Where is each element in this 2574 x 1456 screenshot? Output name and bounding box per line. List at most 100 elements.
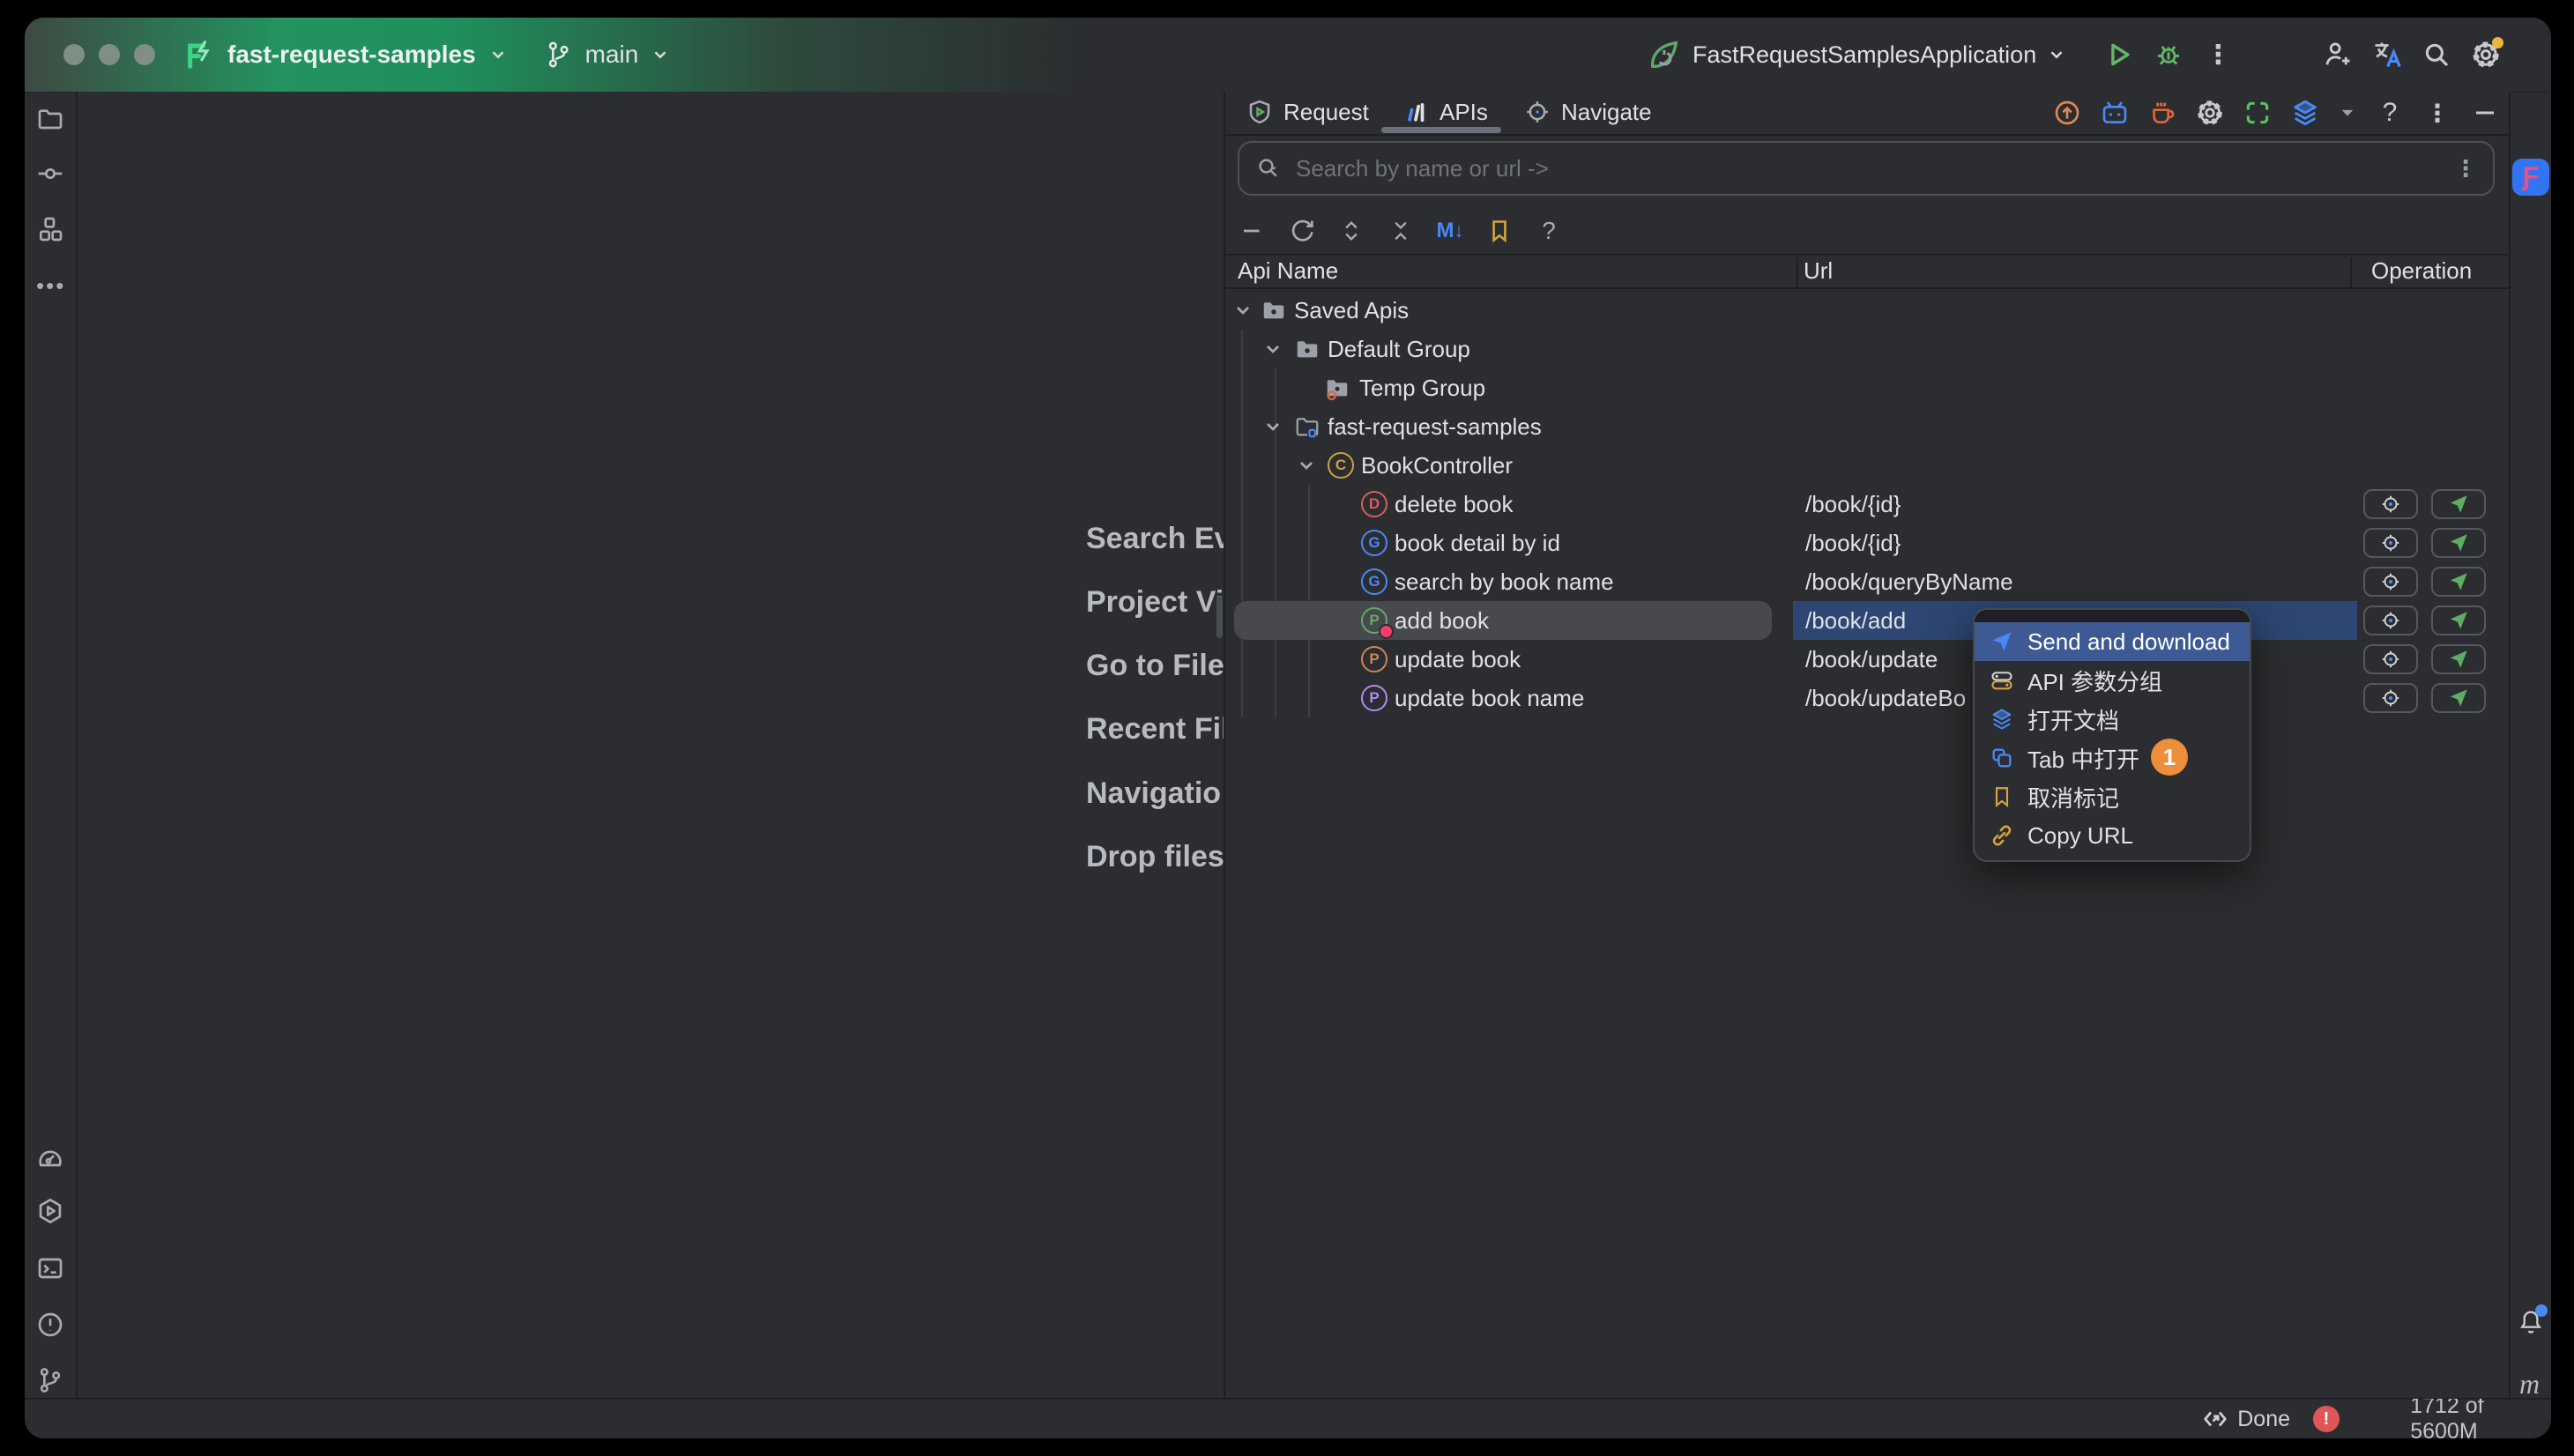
splitter-handle[interactable] (1216, 596, 1223, 638)
api-name[interactable]: update book name (1395, 684, 1584, 712)
branch-name[interactable]: main (585, 41, 639, 69)
gear-icon[interactable] (2195, 98, 2225, 128)
error-badge[interactable]: ! (2313, 1406, 2340, 1432)
column-header-url[interactable]: Url (1804, 257, 1833, 285)
search-options-icon[interactable]: ⋮ (2454, 155, 2477, 182)
tree-row-default-group[interactable]: Default Group (1225, 330, 2509, 368)
analysis-status[interactable]: Done (2202, 1406, 2290, 1432)
settings-gear-icon[interactable] (2466, 35, 2505, 74)
debug-button[interactable] (2149, 35, 2188, 74)
api-url[interactable]: /book/update (1805, 645, 1938, 673)
bookmark-icon[interactable] (1484, 216, 1514, 246)
chevron-down-icon[interactable] (1262, 338, 1283, 360)
tree-item-label[interactable]: Default Group (1328, 335, 1470, 363)
tree-item-label[interactable]: Temp Group (1359, 374, 1485, 402)
add-user-icon[interactable] (2318, 35, 2357, 74)
terminal-icon[interactable] (36, 1254, 64, 1282)
search-icon[interactable] (2417, 35, 2456, 74)
menu-item-open-doc[interactable]: 打开文档 (1975, 700, 2250, 739)
dropdown-caret-icon[interactable] (2338, 98, 2357, 128)
memory-indicator[interactable]: 1712 of 5600M (2362, 1399, 2539, 1438)
search-icon[interactable] (1255, 155, 1282, 182)
send-api-button[interactable] (2431, 605, 2486, 635)
run-button[interactable] (2100, 35, 2139, 74)
refresh-icon[interactable] (1287, 216, 1317, 246)
send-api-button[interactable] (2431, 644, 2486, 674)
send-api-button[interactable] (2431, 567, 2486, 597)
notifications-bell-icon[interactable] (2517, 1304, 2548, 1336)
help-icon[interactable]: ? (2375, 98, 2405, 128)
tab-request[interactable]: Request (1246, 92, 1369, 132)
kebab-menu-icon[interactable]: ⋮ (2422, 98, 2452, 128)
tv-icon[interactable] (2100, 98, 2130, 128)
scan-icon[interactable] (2243, 98, 2273, 128)
translate-icon[interactable] (2368, 35, 2407, 74)
api-url[interactable]: /book/{id} (1805, 529, 1901, 557)
m-widget[interactable]: m (2519, 1368, 2540, 1400)
chevron-down-icon[interactable] (651, 45, 670, 64)
menu-item-send-and-download[interactable]: Send and download (1975, 622, 2250, 661)
tree-item-label[interactable]: Saved Apis (1294, 296, 1409, 324)
services-icon[interactable] (36, 1197, 64, 1225)
minimize-window-button[interactable] (99, 44, 120, 65)
menu-item-open-in-tab[interactable]: Tab 中打开 1 (1975, 739, 2250, 777)
tree-row-api-search-by-name[interactable]: G search by book name /book/queryByName (1225, 562, 2509, 601)
chevron-down-icon[interactable] (1296, 455, 1317, 476)
chevron-down-icon[interactable] (488, 45, 508, 64)
tree-row-api-book-detail[interactable]: G book detail by id /book/{id} (1225, 524, 2509, 562)
tree-row-module[interactable]: fast-request-samples (1225, 407, 2509, 446)
collapse-all-icon[interactable] (1386, 216, 1416, 246)
tree-row-api-update-book[interactable]: P update book /book/update (1225, 640, 2509, 679)
api-name[interactable]: book detail by id (1395, 529, 1560, 557)
api-name[interactable]: add book (1395, 606, 1489, 635)
project-name[interactable]: fast-request-samples (227, 41, 476, 69)
locate-api-button[interactable] (2363, 489, 2418, 519)
run-configuration[interactable]: FastRequestSamplesApplication (1692, 41, 2036, 69)
search-input[interactable] (1294, 153, 2442, 183)
tree-row-api-delete-book[interactable]: D delete book /book/{id} (1225, 485, 2509, 524)
send-api-button[interactable] (2431, 683, 2486, 713)
menu-item-copy-url[interactable]: Copy URL (1975, 816, 2250, 855)
locate-api-button[interactable] (2363, 567, 2418, 597)
api-url[interactable]: /book/add (1805, 606, 1906, 635)
structure-icon[interactable] (36, 215, 64, 243)
locate-api-button[interactable] (2363, 605, 2418, 635)
column-header-operation[interactable]: Operation (2371, 257, 2472, 285)
commit-icon[interactable] (36, 160, 64, 188)
api-url[interactable]: /book/{id} (1805, 490, 1901, 518)
chevron-down-icon[interactable] (2047, 45, 2066, 64)
expand-all-icon[interactable] (1336, 216, 1366, 246)
api-name[interactable]: search by book name (1395, 568, 1614, 596)
column-divider[interactable] (2350, 257, 2352, 289)
problems-icon[interactable] (36, 1311, 64, 1339)
send-api-button[interactable] (2431, 528, 2486, 558)
locate-api-button[interactable] (2363, 644, 2418, 674)
tree-row-temp-group[interactable]: Temp Group (1225, 368, 2509, 407)
column-divider[interactable] (1797, 257, 1798, 289)
tree-row-saved-apis[interactable]: Saved Apis (1225, 291, 2509, 330)
minus-icon[interactable] (1238, 216, 1268, 246)
more-tool-windows-icon[interactable]: ••• (36, 272, 64, 301)
tree-item-label[interactable]: BookController (1361, 451, 1513, 479)
close-window-button[interactable] (63, 44, 85, 65)
chevron-down-icon[interactable] (1262, 416, 1283, 437)
more-actions-icon[interactable]: ⋮ (2198, 35, 2237, 74)
tab-navigate[interactable]: Navigate (1524, 92, 1652, 132)
tree-row-api-add-book[interactable]: P add book /book/add (1225, 601, 2509, 640)
zoom-window-button[interactable] (134, 44, 155, 65)
locate-api-button[interactable] (2363, 528, 2418, 558)
api-name[interactable]: update book (1395, 645, 1521, 673)
send-api-button[interactable] (2431, 489, 2486, 519)
help-icon[interactable]: ? (1534, 216, 1564, 246)
fast-request-app-icon[interactable]: Ƒ (2512, 159, 2549, 196)
project-folder-icon[interactable] (36, 105, 64, 133)
api-url[interactable]: /book/queryByName (1805, 568, 2013, 596)
hide-panel-icon[interactable] (2470, 98, 2500, 128)
layers-icon[interactable] (2290, 98, 2320, 128)
markdown-export-icon[interactable]: M ↓ (1435, 216, 1465, 246)
api-name[interactable]: delete book (1395, 490, 1513, 518)
upgrade-icon[interactable] (2052, 98, 2082, 128)
tree-item-label[interactable]: fast-request-samples (1328, 412, 1542, 441)
column-header-api-name[interactable]: Api Name (1238, 257, 1338, 285)
tree-row-api-update-book-name[interactable]: P update book name /book/updateBo (1225, 679, 2509, 717)
